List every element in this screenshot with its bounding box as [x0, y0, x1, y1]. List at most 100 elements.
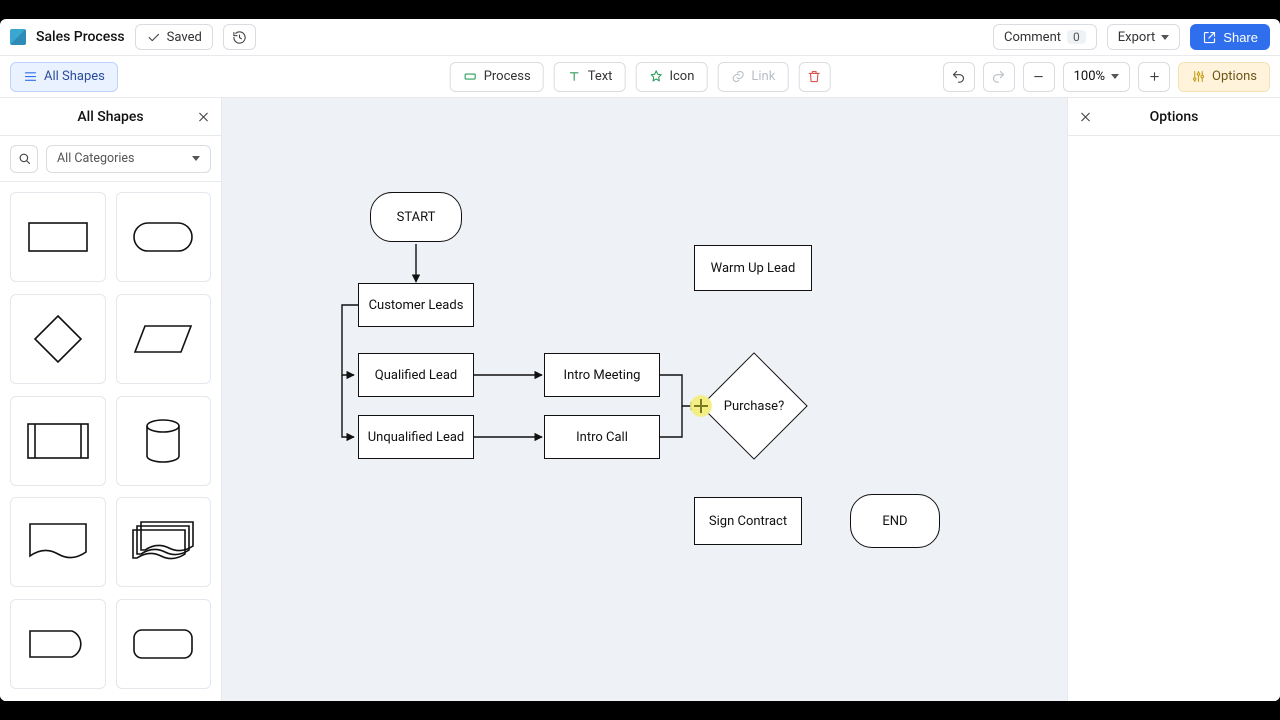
node-label: Sign Contract — [709, 514, 787, 529]
redo-icon — [991, 69, 1006, 84]
node-intro-call[interactable]: Intro Call — [544, 415, 660, 459]
plus-icon — [1147, 69, 1162, 84]
app-header: Sales Process Saved Comment 0 Export Sha… — [0, 19, 1280, 56]
shape-rounded-rect[interactable] — [116, 599, 212, 689]
insert-link-button[interactable]: Link — [717, 62, 788, 92]
zoom-in-button[interactable] — [1138, 62, 1170, 92]
shapes-panel: All Shapes All Categories — [0, 98, 222, 701]
history-button[interactable] — [223, 24, 256, 50]
saved-status-button[interactable]: Saved — [135, 24, 213, 50]
node-label: Qualified Lead — [375, 368, 457, 383]
insert-link-label: Link — [751, 69, 775, 84]
shapes-panel-filters: All Categories — [0, 136, 221, 182]
toolbar-center-group: Process Text Icon Link — [450, 62, 831, 92]
node-label: Warm Up Lead — [711, 261, 796, 276]
all-shapes-label: All Shapes — [44, 69, 105, 84]
node-qualified-lead[interactable]: Qualified Lead — [358, 353, 474, 397]
shape-multi-document[interactable] — [116, 497, 212, 587]
shapes-category-label: All Categories — [57, 151, 135, 166]
diagram-canvas[interactable]: START Customer Leads Qualified Lead Unqu… — [222, 98, 1067, 701]
shapes-category-select[interactable]: All Categories — [46, 145, 211, 173]
insert-text-label: Text — [588, 69, 613, 84]
options-toggle[interactable]: Options — [1178, 62, 1270, 92]
node-label: END — [882, 514, 907, 529]
comment-label: Comment — [1004, 30, 1061, 45]
node-customer-leads[interactable]: Customer Leads — [358, 283, 474, 327]
shapes-panel-header: All Shapes — [0, 98, 221, 136]
insert-icon-button[interactable]: Icon — [635, 62, 707, 92]
export-button[interactable]: Export — [1107, 24, 1181, 50]
shape-rectangle[interactable] — [10, 192, 106, 282]
comment-count-badge: 0 — [1067, 30, 1086, 44]
text-icon — [567, 69, 582, 84]
shape-document[interactable] — [10, 497, 106, 587]
star-icon — [648, 69, 663, 84]
node-sign-contract[interactable]: Sign Contract — [694, 497, 802, 545]
trash-icon — [807, 69, 822, 84]
chevron-down-icon — [192, 156, 200, 161]
options-panel-header: Options — [1068, 98, 1280, 136]
node-label: Intro Call — [576, 430, 628, 445]
shape-terminator[interactable] — [116, 192, 212, 282]
export-label: Export — [1118, 30, 1156, 45]
insert-icon-label: Icon — [669, 69, 694, 84]
insert-process-label: Process — [484, 69, 531, 84]
undo-icon — [951, 69, 966, 84]
shapes-panel-title: All Shapes — [77, 109, 143, 125]
close-icon — [1078, 109, 1093, 124]
redo-button[interactable] — [983, 62, 1015, 92]
connector-layer — [222, 98, 1067, 701]
node-label: START — [397, 210, 436, 225]
sliders-icon — [1191, 69, 1206, 84]
options-label: Options — [1212, 69, 1257, 84]
shapes-grid — [0, 182, 221, 701]
chevron-down-icon — [1111, 74, 1119, 79]
node-label: Intro Meeting — [564, 368, 641, 383]
search-icon — [17, 151, 32, 166]
options-panel-title: Options — [1150, 109, 1199, 125]
node-label: Unqualified Lead — [368, 430, 465, 445]
shapes-panel-close-button[interactable] — [196, 109, 211, 124]
node-purchase-decision[interactable]: Purchase? — [700, 352, 808, 460]
menu-icon — [23, 69, 38, 84]
shape-parallelogram[interactable] — [116, 294, 212, 384]
diamond-shape-icon — [700, 352, 807, 459]
chevron-down-icon — [1161, 35, 1169, 40]
zoom-level-dropdown[interactable]: 100% — [1063, 62, 1130, 92]
link-icon — [730, 69, 745, 84]
node-unqualified-lead[interactable]: Unqualified Lead — [358, 415, 474, 459]
insert-process-button[interactable]: Process — [450, 62, 544, 92]
shape-predefined-process[interactable] — [10, 396, 106, 486]
document-title[interactable]: Sales Process — [36, 29, 125, 45]
toolbar-right-group: 100% Options — [943, 62, 1270, 92]
history-icon — [232, 30, 247, 45]
share-label: Share — [1223, 30, 1258, 45]
main-area: All Shapes All Categories — [0, 98, 1280, 701]
delete-button[interactable] — [798, 62, 830, 92]
app-logo-icon — [10, 29, 26, 45]
shape-diamond[interactable] — [10, 294, 106, 384]
shape-rounded-one-side[interactable] — [10, 599, 106, 689]
shapes-search-button[interactable] — [10, 145, 38, 173]
check-icon — [146, 30, 161, 45]
node-end[interactable]: END — [850, 494, 940, 548]
insert-text-button[interactable]: Text — [554, 62, 626, 92]
all-shapes-toggle[interactable]: All Shapes — [10, 62, 118, 92]
zoom-level-label: 100% — [1074, 69, 1105, 84]
options-panel: Options — [1067, 98, 1280, 701]
share-button[interactable]: Share — [1190, 24, 1270, 50]
options-panel-close-button[interactable] — [1078, 109, 1093, 124]
toolbar: All Shapes Process Text Icon Link — [0, 56, 1280, 98]
undo-button[interactable] — [943, 62, 975, 92]
node-warm-up-lead[interactable]: Warm Up Lead — [694, 245, 812, 291]
zoom-out-button[interactable] — [1023, 62, 1055, 92]
node-intro-meeting[interactable]: Intro Meeting — [544, 353, 660, 397]
share-icon — [1202, 30, 1217, 45]
node-start[interactable]: START — [370, 192, 462, 242]
comment-button[interactable]: Comment 0 — [993, 24, 1097, 50]
app-window: Sales Process Saved Comment 0 Export Sha… — [0, 19, 1280, 701]
node-label: Customer Leads — [369, 298, 464, 313]
minus-icon — [1031, 69, 1046, 84]
process-shape-icon — [463, 69, 478, 84]
shape-cylinder[interactable] — [116, 396, 212, 486]
